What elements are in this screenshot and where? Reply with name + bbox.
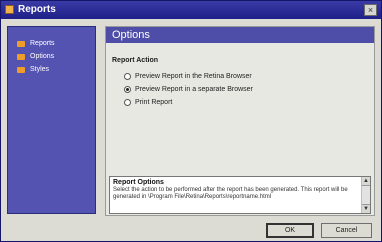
sidebar-item-label: Reports	[30, 40, 55, 47]
sidebar: Reports Options Styles	[7, 26, 96, 214]
window-title: Reports	[18, 4, 56, 15]
radio-label: Preview Report in a separate Browser	[135, 86, 253, 93]
scroll-down-icon[interactable]: ▼	[362, 204, 370, 213]
ok-button[interactable]: OK	[266, 223, 314, 238]
sidebar-item-label: Styles	[30, 66, 50, 73]
options-box-title: Report Options	[113, 179, 164, 186]
cancel-button[interactable]: Cancel	[321, 223, 372, 238]
folder-icon	[17, 41, 25, 47]
title-bar[interactable]: Reports ×	[1, 1, 381, 19]
reports-window: Reports × Reports Options Styles Options…	[0, 0, 382, 242]
app-icon	[5, 5, 14, 14]
page-title: Options	[106, 27, 374, 43]
radio-label: Preview Report in the Retina Browser	[135, 73, 252, 80]
report-options-description: Report Options Select the action to be p…	[109, 176, 371, 214]
folder-icon	[17, 67, 25, 73]
scrollbar[interactable]: ▲ ▼	[361, 177, 370, 213]
radio-button[interactable]	[124, 73, 131, 80]
options-box-text: Select the action to be performed after …	[113, 187, 348, 200]
sidebar-item-label: Options	[30, 53, 55, 60]
radio-button[interactable]	[124, 99, 131, 106]
scroll-up-icon[interactable]: ▲	[362, 177, 370, 186]
radio-button[interactable]	[124, 86, 131, 93]
section-title: Report Action	[112, 57, 159, 64]
close-button[interactable]: ×	[364, 4, 377, 16]
radio-label: Print Report	[135, 99, 173, 106]
folder-icon	[17, 54, 25, 60]
